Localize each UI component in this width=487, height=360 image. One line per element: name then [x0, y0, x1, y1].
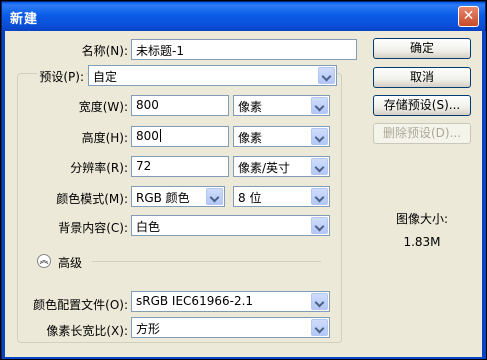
width-label: 宽度(W):	[78, 100, 128, 114]
color-profile-value: sRGB IEC61966-2.1	[136, 294, 254, 308]
background-label: 背景内容(C):	[58, 221, 128, 235]
chevron-down-icon[interactable]	[206, 188, 223, 205]
name-label: 名称(N):	[81, 44, 128, 58]
width-input[interactable]: 800	[131, 95, 229, 116]
bit-depth-select[interactable]: 8 位	[233, 186, 330, 207]
color-profile-select[interactable]: sRGB IEC61966-2.1	[131, 291, 330, 312]
width-unit-value: 像素	[238, 100, 263, 114]
bit-depth-value: 8 位	[238, 191, 262, 205]
pixel-aspect-value: 方形	[136, 322, 161, 336]
chevron-down-icon[interactable]	[311, 188, 328, 205]
title-bar[interactable]: 新建 ✕	[2, 2, 485, 31]
advanced-label[interactable]: 高级	[58, 254, 82, 271]
image-size-label: 图像大小:	[395, 212, 449, 226]
chevron-down-icon[interactable]	[311, 128, 328, 145]
background-select[interactable]: 白色	[131, 215, 330, 236]
name-input[interactable]: 未标题-1	[131, 39, 357, 60]
resolution-input[interactable]: 72	[131, 156, 229, 177]
pixel-aspect-select[interactable]: 方形	[131, 317, 330, 338]
background-value: 白色	[136, 220, 161, 234]
chevron-down-icon[interactable]	[311, 97, 328, 114]
ok-button[interactable]: 确定	[373, 38, 471, 59]
image-size-value: 1.83M	[403, 235, 441, 249]
resolution-label: 分辨率(R):	[70, 161, 128, 175]
chevron-down-icon[interactable]	[318, 67, 335, 84]
color-mode-select[interactable]: RGB 颜色	[131, 186, 225, 207]
color-profile-label: 颜色配置文件(O):	[33, 298, 128, 312]
close-icon[interactable]: ✕	[458, 6, 479, 27]
preset-value: 自定	[93, 70, 118, 84]
height-input[interactable]: 800	[131, 126, 229, 147]
chevron-down-icon[interactable]	[311, 319, 328, 336]
text-cursor	[159, 129, 161, 142]
resolution-unit-value: 像素/英寸	[238, 161, 291, 175]
advanced-divider	[92, 261, 321, 262]
chevron-down-icon[interactable]	[311, 158, 328, 175]
chevron-up-icon[interactable]: ︽	[37, 254, 51, 268]
height-value: 800	[136, 129, 159, 143]
cancel-button[interactable]: 取消	[373, 67, 471, 88]
color-mode-value: RGB 颜色	[136, 191, 190, 205]
height-label: 高度(H):	[81, 131, 128, 145]
width-unit-select[interactable]: 像素	[233, 95, 330, 116]
chevron-down-icon[interactable]	[311, 217, 328, 234]
preset-label: 预设(P):	[37, 68, 86, 85]
dialog-title: 新建	[10, 12, 39, 27]
resolution-unit-select[interactable]: 像素/英寸	[233, 156, 330, 177]
chevron-down-icon[interactable]	[311, 293, 328, 310]
delete-preset-button: 删除预设(D)...	[373, 123, 471, 144]
height-unit-select[interactable]: 像素	[233, 126, 330, 147]
color-mode-label: 颜色模式(M):	[56, 192, 128, 206]
frame-right	[482, 31, 486, 358]
save-preset-button[interactable]: 存储预设(S)...	[373, 95, 471, 116]
preset-select[interactable]: 自定	[88, 65, 337, 86]
height-unit-value: 像素	[238, 131, 263, 145]
pixel-aspect-label: 像素长宽比(X):	[46, 324, 128, 338]
